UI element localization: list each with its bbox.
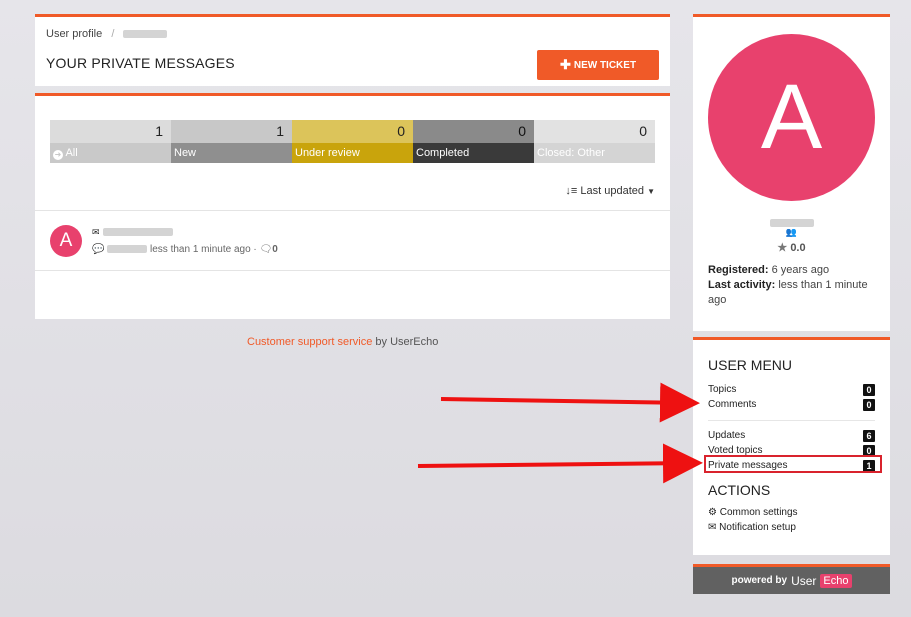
annotation-arrows (417, 382, 703, 484)
annotation-arrow-private-messages (417, 443, 703, 484)
annotation-arrow-comments (440, 382, 700, 423)
